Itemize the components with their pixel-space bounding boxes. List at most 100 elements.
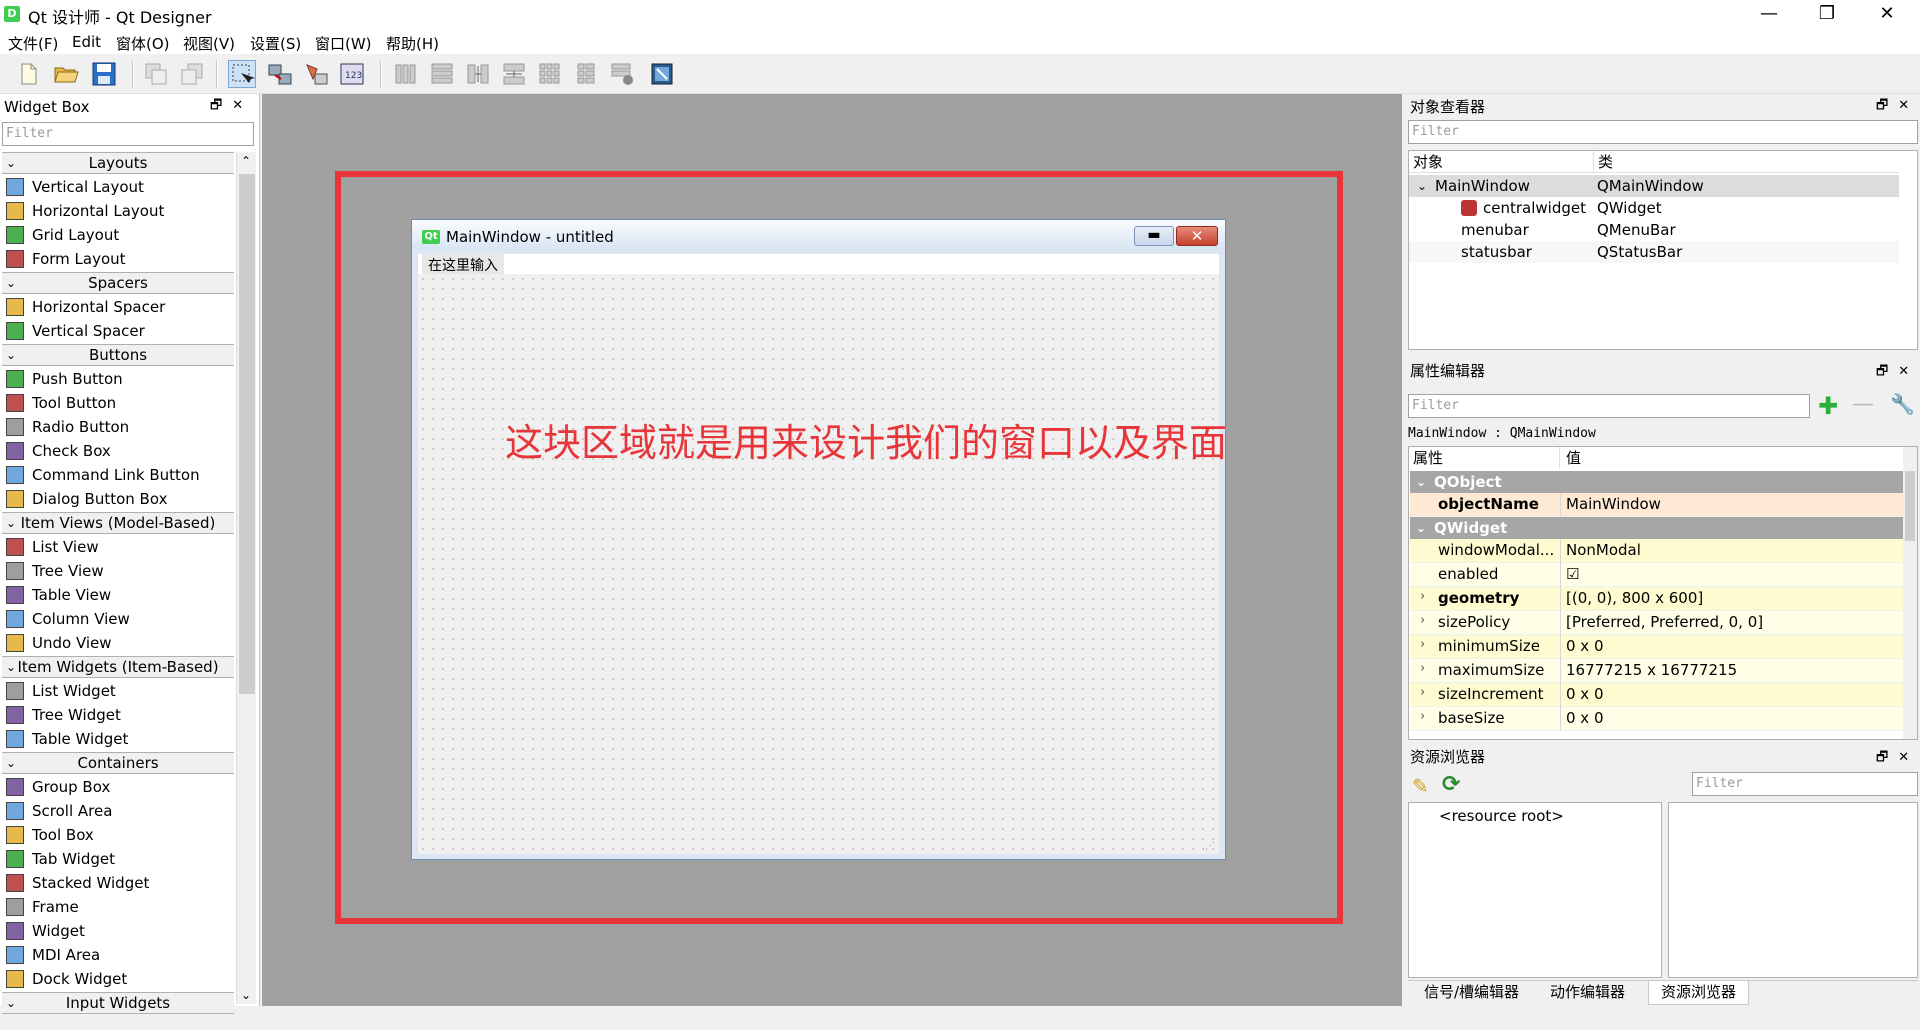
widget-item[interactable]: Vertical Layout — [6, 176, 144, 198]
scrollbar-thumb[interactable] — [1905, 471, 1915, 541]
property-value[interactable]: 0 x 0 — [1566, 637, 1604, 655]
collapse-arrow-icon[interactable]: ⌄ — [6, 513, 16, 533]
widget-category[interactable]: ⌄ Item Views (Model-Based) — [2, 512, 234, 534]
collapse-arrow-icon[interactable]: ⌄ — [6, 345, 16, 365]
lay-out-horizontally-icon[interactable] — [392, 60, 420, 88]
property-value[interactable]: 16777215 x 16777215 — [1566, 661, 1737, 679]
collapse-arrow-icon[interactable]: ⌄ — [6, 153, 16, 173]
restore-button[interactable]: ❐ — [1798, 0, 1856, 30]
property-row[interactable]: windowModal... NonModal — [1410, 539, 1904, 563]
edit-signals-slots-icon[interactable] — [266, 60, 294, 88]
expand-arrow-icon[interactable]: › — [1420, 613, 1425, 628]
tree-row[interactable]: statusbar QStatusBar — [1409, 241, 1899, 263]
widget-item[interactable]: Stacked Widget — [6, 872, 149, 894]
configure-wrench-icon[interactable]: 🔧 — [1890, 392, 1915, 416]
widget-item[interactable]: Tree Widget — [6, 704, 121, 726]
property-value[interactable]: NonModal — [1566, 541, 1641, 559]
menu-help[interactable]: 帮助(H) — [386, 33, 439, 54]
resource-root-item[interactable]: <resource root> — [1439, 807, 1564, 825]
scrollbar-thumb[interactable] — [239, 174, 255, 694]
tree-row[interactable]: ⌄ MainWindow QMainWindow — [1409, 175, 1899, 197]
lay-out-vertically-icon[interactable] — [428, 60, 456, 88]
close-button[interactable]: ✕ — [1858, 0, 1916, 30]
reload-icon[interactable]: ⟳ — [1442, 772, 1460, 797]
send-to-back-icon[interactable] — [178, 60, 206, 88]
property-row[interactable]: › sizeIncrement 0 x 0 — [1410, 683, 1904, 707]
dock-float-close-icons[interactable]: 🗗✕ — [1876, 362, 1919, 384]
open-folder-icon[interactable] — [52, 60, 80, 88]
menu-view[interactable]: 视图(V) — [183, 33, 235, 54]
scroll-up-icon[interactable]: ⌃ — [241, 154, 251, 168]
property-row[interactable]: › minimumSize 0 x 0 — [1410, 635, 1904, 659]
dock-float-close-icons[interactable]: 🗗✕ — [1876, 96, 1919, 118]
tree-row[interactable]: centralwidget QWidget — [1409, 197, 1899, 219]
bring-to-front-icon[interactable] — [142, 60, 170, 88]
tab-resource-browser[interactable]: 资源浏览器 — [1648, 981, 1750, 1005]
lay-out-grid-icon[interactable] — [536, 60, 564, 88]
minimize-button[interactable]: — — [1740, 0, 1798, 30]
tab-action-editor[interactable]: 动作编辑器 — [1538, 981, 1637, 1005]
group-qwidget[interactable]: ⌄ QWidget — [1410, 517, 1904, 539]
collapse-arrow-icon[interactable]: ⌄ — [6, 657, 16, 677]
widget-item[interactable]: Tool Button — [6, 392, 116, 414]
widget-category[interactable]: ⌄ Input Widgets — [2, 992, 234, 1014]
resize-grip-icon[interactable]: ⋰ — [1205, 841, 1215, 852]
widget-item[interactable]: Vertical Spacer — [6, 320, 145, 342]
widget-item[interactable]: Table View — [6, 584, 111, 606]
widget-item[interactable]: Undo View — [6, 632, 112, 654]
widget-item[interactable]: Grid Layout — [6, 224, 119, 246]
widget-category[interactable]: ⌄ Spacers — [2, 272, 234, 294]
widget-item[interactable]: List View — [6, 536, 99, 558]
property-filter-input[interactable]: Filter — [1408, 394, 1810, 418]
widget-item[interactable]: Radio Button — [6, 416, 129, 438]
widget-category[interactable]: ⌄ Layouts — [2, 152, 234, 174]
break-layout-icon[interactable] — [608, 60, 636, 88]
expand-arrow-icon[interactable]: › — [1420, 661, 1425, 676]
adjust-size-icon[interactable] — [648, 60, 676, 88]
form-minimize-button[interactable]: ▬ — [1134, 226, 1174, 246]
property-row[interactable]: objectName MainWindow — [1410, 493, 1904, 517]
widget-category[interactable]: ⌄ Buttons — [2, 344, 234, 366]
group-qobject[interactable]: ⌄ QObject — [1410, 471, 1904, 493]
widget-item[interactable]: Table Widget — [6, 728, 128, 750]
widget-item[interactable]: Group Box — [6, 776, 110, 798]
widget-item[interactable]: Dialog Button Box — [6, 488, 167, 510]
widget-item[interactable]: List Widget — [6, 680, 116, 702]
expand-arrow-icon[interactable]: › — [1420, 637, 1425, 652]
property-row[interactable]: › geometry [(0, 0), 800 x 600] — [1410, 587, 1904, 611]
widget-item[interactable]: Form Layout — [6, 248, 126, 270]
object-filter-input[interactable]: Filter — [1408, 120, 1918, 144]
menu-file[interactable]: 文件(F) — [8, 33, 58, 54]
property-value[interactable]: MainWindow — [1566, 495, 1661, 513]
collapse-arrow-icon[interactable]: ⌄ — [6, 993, 16, 1013]
widget-item[interactable]: Push Button — [6, 368, 123, 390]
property-value[interactable]: [Preferred, Preferred, 0, 0] — [1566, 613, 1763, 631]
remove-property-icon[interactable]: — — [1852, 392, 1874, 417]
widget-item[interactable]: Horizontal Spacer — [6, 296, 165, 318]
form-window[interactable]: Qt MainWindow - untitled ▬ ✕ 在这里输入 ⋰ — [411, 219, 1226, 860]
edit-resources-pencil-icon[interactable]: ✎ — [1412, 774, 1429, 798]
widget-item[interactable]: Tab Widget — [6, 848, 115, 870]
widget-list-scrollbar[interactable]: ⌃ ⌄ — [236, 152, 256, 1004]
property-row[interactable]: › sizePolicy [Preferred, Preferred, 0, 0] — [1410, 611, 1904, 635]
widget-item[interactable]: Scroll Area — [6, 800, 112, 822]
expand-arrow-icon[interactable]: › — [1420, 709, 1425, 724]
widget-item[interactable]: Horizontal Layout — [6, 200, 164, 222]
edit-buddies-icon[interactable] — [302, 60, 330, 88]
menu-form[interactable]: 窗体(O) — [116, 33, 170, 54]
new-file-icon[interactable] — [14, 60, 42, 88]
property-value[interactable]: 0 x 0 — [1566, 685, 1604, 703]
widget-filter-input[interactable]: Filter — [2, 122, 254, 146]
widget-item[interactable]: Tree View — [6, 560, 104, 582]
tab-signal-slot-editor[interactable]: 信号/槽编辑器 — [1412, 981, 1531, 1005]
widget-item[interactable]: Command Link Button — [6, 464, 200, 486]
widget-item[interactable]: Dock Widget — [6, 968, 127, 990]
edit-widgets-icon[interactable] — [228, 60, 256, 88]
widget-item[interactable]: MDI Area — [6, 944, 100, 966]
property-row[interactable]: › baseSize 0 x 0 — [1410, 707, 1904, 731]
menu-edit[interactable]: Edit — [72, 33, 101, 51]
property-value[interactable]: 0 x 0 — [1566, 709, 1604, 727]
expand-arrow-icon[interactable]: › — [1420, 589, 1425, 604]
widget-item[interactable]: Check Box — [6, 440, 111, 462]
type-here-menu-item[interactable]: 在这里输入 — [422, 254, 504, 276]
